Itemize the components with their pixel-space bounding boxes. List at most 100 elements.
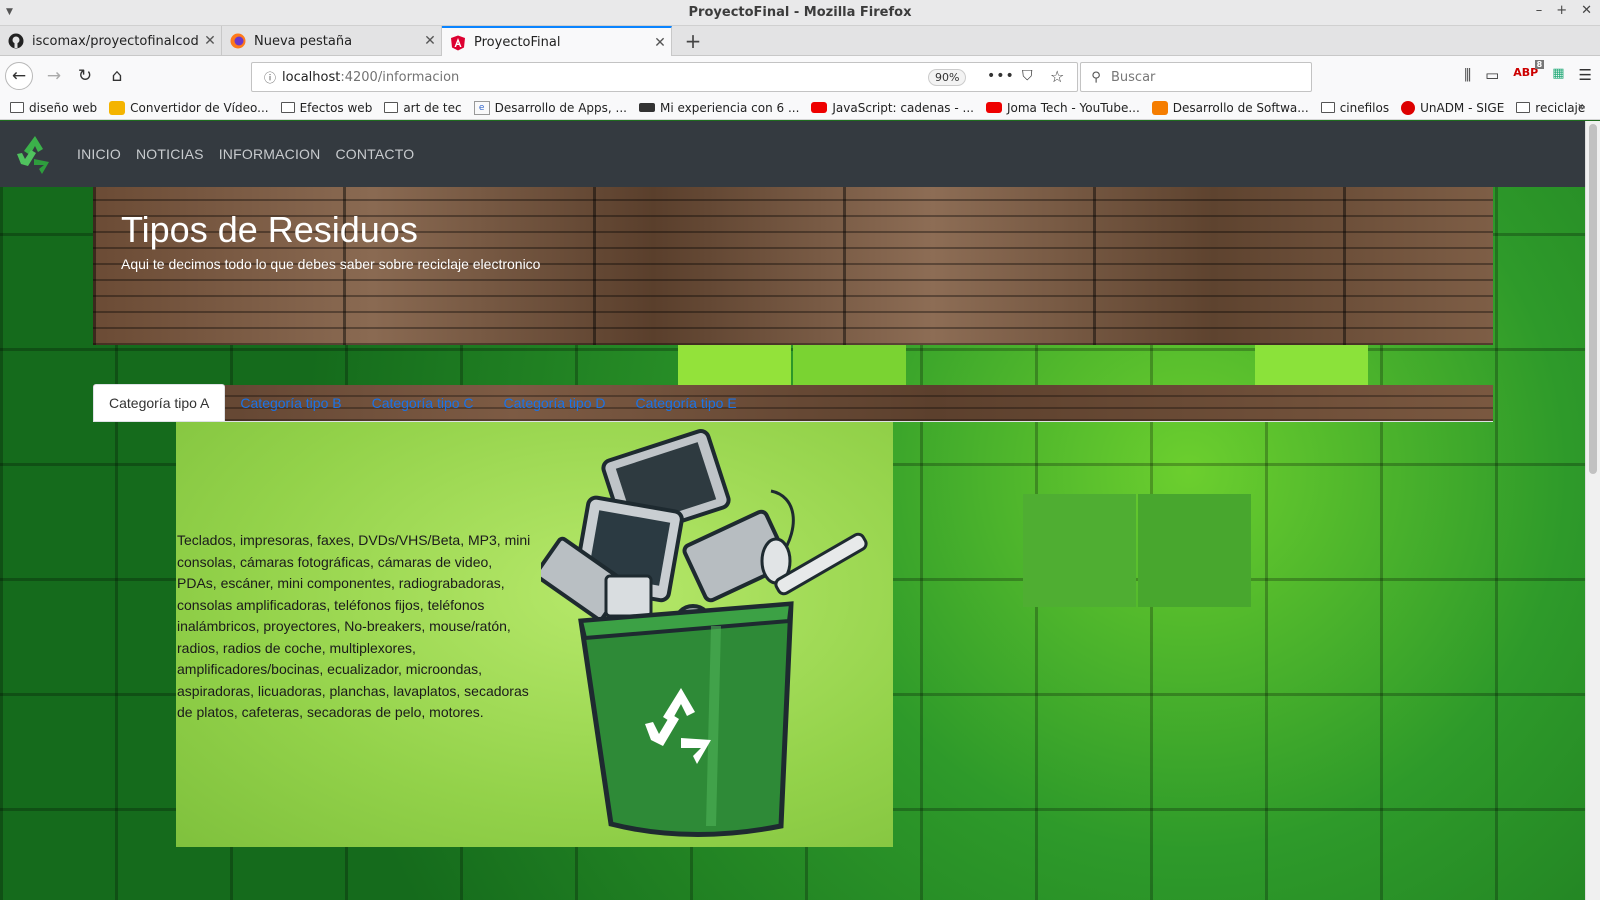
page-actions-icon[interactable]: ••• <box>987 68 1015 84</box>
url-path: :4200/informacion <box>340 69 460 85</box>
category-description: Teclados, impresoras, faxes, DVDs/VHS/Be… <box>177 532 531 720</box>
youtube-icon <box>985 102 1002 113</box>
nav-link-noticias[interactable]: NOTICIAS <box>136 146 204 162</box>
bookmark-label: Mi experiencia con 6 ... <box>660 100 800 115</box>
browser-tabbar: iscomax/proyectofinalcodean ✕ Nueva pest… <box>0 26 1600 57</box>
background-tile <box>1255 345 1368 385</box>
site-navbar: INICIO NOTICIAS INFORMACION CONTACTO <box>0 121 1585 187</box>
close-window-icon[interactable]: ✕ <box>1581 3 1592 18</box>
bookmark-label: Joma Tech - YouTube... <box>1006 100 1140 115</box>
bookmark-label: JavaScript: cadenas - ... <box>832 100 974 115</box>
bookmark-item[interactable]: diseño web <box>10 101 97 115</box>
bookmark-item[interactable]: Mi experiencia con 6 ... <box>639 101 799 115</box>
sidebar-icon[interactable]: ▭ <box>1485 66 1499 84</box>
bookmark-item[interactable]: Convertidor de Vídeo... <box>109 100 269 115</box>
browser-tab-github[interactable]: iscomax/proyectofinalcodean ✕ <box>0 26 222 56</box>
bookmark-label: diseño web <box>29 100 98 115</box>
tab-label: Nueva pestaña <box>254 33 353 49</box>
window-titlebar: ▼ ProyectoFinal - Mozilla Firefox – + ✕ <box>0 0 1600 26</box>
url-host: localhost <box>282 69 341 85</box>
zoom-indicator[interactable]: 90% <box>928 69 967 86</box>
tab-categoria-e[interactable]: Categoría tipo E <box>620 384 751 421</box>
scrollbar-thumb[interactable] <box>1589 124 1597 474</box>
forward-button[interactable]: → <box>40 62 68 90</box>
bookmark-label: Convertidor de Vídeo... <box>130 100 269 115</box>
nav-link-informacion[interactable]: INFORMACION <box>219 146 321 162</box>
close-tab-icon[interactable]: ✕ <box>649 35 671 51</box>
bookmark-item[interactable]: art de tec <box>384 100 462 115</box>
bookmark-item[interactable]: UnADM - SIGE <box>1401 100 1505 115</box>
tab-categoria-a[interactable]: Categoría tipo A <box>93 384 226 421</box>
blogger-icon <box>1151 100 1168 115</box>
page-viewport: INICIO NOTICIAS INFORMACION CONTACTO Tip… <box>0 121 1585 900</box>
tab-label: iscomax/proyectofinalcodean <box>32 33 199 49</box>
ewaste-recycle-bin-image <box>541 429 868 837</box>
firefox-icon <box>230 33 246 49</box>
background-tile <box>1023 494 1136 607</box>
category-content-panel: Teclados, impresoras, faxes, DVDs/VHS/Be… <box>176 422 893 847</box>
bookmarks-toolbar: diseño web Convertidor de Vídeo... Efect… <box>0 96 1600 120</box>
bookmark-label: Efectos web <box>299 100 373 115</box>
folder-icon <box>1516 102 1531 113</box>
category-tabs: Categoría tipo A Categoría tipo B Catego… <box>93 384 1493 422</box>
bookmark-label: art de tec <box>403 100 462 115</box>
tab-categoria-b[interactable]: Categoría tipo B <box>225 384 356 421</box>
recycle-logo-icon[interactable] <box>13 132 57 176</box>
reload-button[interactable]: ↻ <box>71 62 99 90</box>
background-tile <box>678 345 791 385</box>
angular-icon <box>450 35 466 51</box>
close-tab-icon[interactable]: ✕ <box>419 33 441 49</box>
hamburger-menu-icon[interactable]: ☰ <box>1579 66 1592 84</box>
url-bar[interactable]: ⓘ localhost:4200/informacion 90% ••• ⛉ ☆ <box>251 62 1078 92</box>
back-button[interactable]: ← <box>5 62 33 90</box>
new-tab-button[interactable]: + <box>680 28 706 54</box>
extension-icon[interactable]: ▦ <box>1552 66 1564 84</box>
bookmark-item[interactable]: Desarrollo de Softwa... <box>1151 100 1309 115</box>
bookmark-label: cinefilos <box>1339 100 1390 115</box>
bookmark-item[interactable]: JavaScript: cadenas - ... <box>811 101 974 115</box>
browser-tab-newtab[interactable]: Nueva pestaña ✕ <box>222 26 442 56</box>
page-scrollbar[interactable] <box>1585 121 1600 900</box>
bookmarks-overflow-icon[interactable]: » <box>1577 99 1586 115</box>
library-icon[interactable]: ⫼ <box>1464 66 1471 84</box>
close-tab-icon[interactable]: ✕ <box>199 33 221 49</box>
background-tile <box>793 345 906 385</box>
bookmark-label: UnADM - SIGE <box>1420 100 1505 115</box>
converter-icon <box>109 100 126 115</box>
home-button[interactable]: ⌂ <box>103 62 131 90</box>
bookmark-label: Desarrollo de Softwa... <box>1172 100 1309 115</box>
maximize-icon[interactable]: + <box>1556 3 1567 18</box>
unadm-icon <box>1401 100 1416 115</box>
adblock-count: 8 <box>1534 60 1545 69</box>
bookmark-label: Desarrollo de Apps, ... <box>494 100 627 115</box>
browser-tab-proyectofinal[interactable]: ProyectoFinal ✕ <box>442 26 672 57</box>
bookmark-item[interactable]: Efectos web <box>280 100 373 115</box>
info-icon[interactable]: ⓘ <box>258 69 282 86</box>
nav-link-contacto[interactable]: CONTACTO <box>335 146 414 162</box>
search-icon: ⚲ <box>1091 69 1101 85</box>
folder-icon <box>280 102 295 113</box>
nav-link-inicio[interactable]: INICIO <box>77 146 121 162</box>
browser-navbar: ← → ↻ ⌂ ⓘ localhost:4200/informacion 90%… <box>0 56 1600 96</box>
background-tile <box>1138 494 1251 607</box>
page-title: Tipos de Residuos <box>121 209 418 250</box>
bookmark-item[interactable]: Joma Tech - YouTube... <box>985 100 1140 115</box>
video-icon <box>639 103 655 112</box>
pocket-icon[interactable]: ⛉ <box>1022 68 1033 84</box>
minimize-icon[interactable]: – <box>1536 3 1543 18</box>
folder-icon <box>10 102 24 113</box>
tab-label: ProyectoFinal <box>474 35 561 50</box>
folder-icon <box>384 102 399 113</box>
window-title: ProyectoFinal - Mozilla Firefox <box>688 5 912 20</box>
bookmark-star-icon[interactable]: ☆ <box>1050 67 1064 86</box>
adblock-icon[interactable]: ABP 8 <box>1513 60 1545 84</box>
tab-categoria-d[interactable]: Categoría tipo D <box>489 384 621 421</box>
github-icon <box>8 33 24 49</box>
bookmark-item[interactable]: e Desarrollo de Apps, ... <box>473 100 627 115</box>
youtube-icon <box>811 102 828 113</box>
bookmark-item[interactable]: cinefilos <box>1320 100 1390 115</box>
bookmark-item[interactable]: reciclaje <box>1516 101 1585 115</box>
search-input[interactable]: ⚲ Buscar <box>1080 62 1312 92</box>
search-placeholder: Buscar <box>1111 69 1156 85</box>
tab-categoria-c[interactable]: Categoría tipo C <box>357 384 489 421</box>
